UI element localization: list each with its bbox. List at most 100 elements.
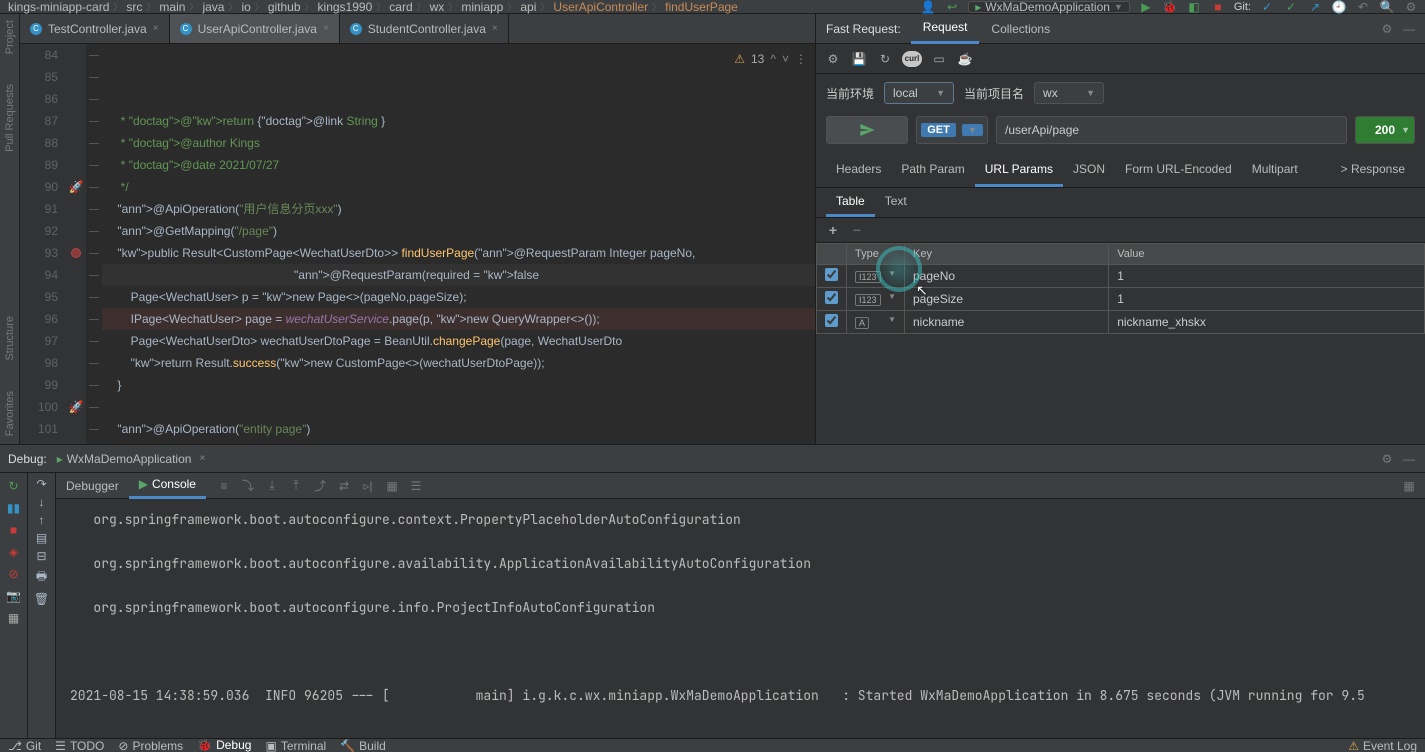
param-value[interactable]: 1 (1109, 288, 1425, 311)
param-checkbox[interactable] (825, 291, 838, 304)
breadcrumb-item[interactable]: kings-miniapp-card (6, 0, 111, 14)
step-over-icon[interactable]: ↷ (36, 477, 46, 491)
breadcrumbs[interactable]: kings-miniapp-card〉src〉main〉java〉io〉gith… (6, 0, 740, 14)
search-icon[interactable]: 🔍 (1379, 0, 1395, 15)
breadcrumb-item[interactable]: findUserPage (663, 0, 740, 14)
param-tab[interactable]: > Response (1331, 154, 1415, 187)
http-method-select[interactable]: GET▼ (916, 116, 988, 144)
user-icon[interactable]: 👤 (920, 0, 936, 15)
run-to-icon[interactable]: ▹| (360, 478, 376, 494)
debug-minimize-icon[interactable]: — (1401, 451, 1417, 467)
run-icon[interactable]: ▶ (1138, 0, 1154, 15)
param-value[interactable]: nickname_xhskx (1109, 311, 1425, 334)
layout-icon[interactable]: ▦ (5, 609, 23, 627)
param-checkbox[interactable] (825, 314, 838, 327)
stop-debug-icon[interactable]: ■ (5, 521, 23, 539)
sb-build[interactable]: 🔨 Build (340, 739, 386, 752)
rerun-icon[interactable]: ↻ (5, 477, 23, 495)
param-checkbox[interactable] (825, 268, 838, 281)
send-button[interactable] (826, 116, 908, 144)
step-action-4-icon[interactable]: ⤴ (312, 478, 328, 494)
breadcrumb-item[interactable]: kings1990 (316, 0, 375, 14)
frames-icon[interactable]: ▤ (36, 531, 47, 545)
step-action-3-icon[interactable]: ⤒ (288, 478, 304, 494)
param-type[interactable]: I123 (855, 294, 881, 306)
favorites-tool[interactable]: Favorites (4, 391, 16, 436)
status-code-badge[interactable]: 200▼ (1355, 116, 1415, 144)
git-commit-icon[interactable]: ✓ (1283, 0, 1299, 15)
param-tab[interactable]: Headers (826, 154, 891, 187)
param-tab[interactable]: Form URL-Encoded (1115, 154, 1242, 187)
breadcrumb-item[interactable]: card (387, 0, 414, 14)
breakpoints-icon[interactable]: ◈ (5, 543, 23, 561)
code-editor[interactable]: ⚠ 13 ^ ˅ ⋮ * "doctag">@"kw">return {"doc… (102, 44, 815, 444)
git-push-icon[interactable]: ↗ (1307, 0, 1323, 15)
param-key[interactable]: nickname (905, 311, 1109, 334)
camera-icon[interactable]: 📷 (5, 587, 23, 605)
thread-icon[interactable]: ▦ (384, 478, 400, 494)
fr-settings-icon[interactable]: ⚙ (1379, 21, 1395, 37)
structure-tool[interactable]: Structure (4, 316, 16, 361)
editor-tab[interactable]: CStudentController.java× (340, 14, 509, 43)
drop-frame-icon[interactable]: ⊟ (36, 549, 46, 563)
fr-coffee-icon[interactable]: ☕ (956, 50, 974, 68)
sb-debug[interactable]: 🐞 Debug (197, 738, 251, 752)
more-icon[interactable]: ☰ (408, 478, 424, 494)
param-type[interactable]: I123 (855, 271, 881, 283)
sb-problems[interactable]: ⊘ Problems (118, 739, 183, 752)
project-select[interactable]: wx▼ (1034, 82, 1104, 104)
eval-icon[interactable]: ⇄ (336, 478, 352, 494)
param-row[interactable]: A▼nicknamenickname_xhskx (817, 311, 1425, 334)
param-tab[interactable]: URL Params (975, 154, 1063, 187)
param-row[interactable]: I123▼pageSize1 (817, 288, 1425, 311)
pull-requests-tool[interactable]: Pull Requests (4, 84, 16, 152)
inspection-status[interactable]: ⚠ 13 ^ ˅ ⋮ (734, 48, 807, 70)
param-value[interactable]: 1 (1109, 265, 1425, 288)
breadcrumb-item[interactable]: api (518, 0, 538, 14)
fr-retry-icon[interactable]: ↻ (876, 50, 894, 68)
env-select[interactable]: local▼ (884, 82, 954, 104)
add-param-button[interactable]: + (826, 222, 840, 238)
trash-icon[interactable]: 🗑 (34, 592, 49, 606)
debugger-tab[interactable]: Debugger (56, 473, 129, 499)
run-gutter-icon[interactable]: 🚀 (69, 180, 84, 194)
step-action-2-icon[interactable]: ⤓ (264, 478, 280, 494)
param-subtab[interactable]: Text (875, 188, 917, 217)
step-into-icon[interactable]: ↓ (39, 495, 45, 509)
param-subtab[interactable]: Table (826, 188, 875, 217)
git-update-icon[interactable]: ✓ (1259, 0, 1275, 15)
breadcrumb-item[interactable]: wx (428, 0, 447, 14)
debug-icon[interactable]: 🐞 (1162, 0, 1178, 15)
breadcrumb-item[interactable]: java (200, 0, 226, 14)
editor-tab[interactable]: CUserApiController.java× (170, 14, 340, 43)
mute-bp-icon[interactable]: ⊘ (5, 565, 23, 583)
debug-config-tab[interactable]: ▸WxMaDemoApplication× (57, 452, 206, 466)
fr-save-icon[interactable]: 💾 (850, 50, 868, 68)
close-tab-icon[interactable]: × (323, 23, 329, 34)
console-output[interactable]: org.springframework.boot.autoconfigure.c… (56, 499, 1425, 738)
fold-column[interactable] (86, 44, 102, 444)
run-configuration-select[interactable]: ▸ WxMaDemoApplication ▼ (968, 1, 1130, 13)
fr-doc-icon[interactable]: ▭ (930, 50, 948, 68)
breadcrumb-item[interactable]: main (157, 0, 187, 14)
back-icon[interactable]: ↩ (944, 0, 960, 15)
fr-gear-icon[interactable]: ⚙ (824, 50, 842, 68)
param-tab[interactable]: Multipart (1242, 154, 1308, 187)
param-key[interactable]: pageSize (905, 288, 1109, 311)
tab-request[interactable]: Request (911, 14, 980, 44)
param-table[interactable]: TypeKeyValue I123▼pageNo1I123▼pageSize1A… (816, 243, 1425, 334)
step-action-1-icon[interactable]: ⤵ (240, 478, 256, 494)
editor-tab[interactable]: CTestController.java× (20, 14, 170, 43)
breadcrumb-item[interactable]: io (239, 0, 252, 14)
breadcrumb-item[interactable]: src (124, 0, 144, 14)
breakpoint-icon[interactable] (71, 248, 81, 258)
project-tool[interactable]: Project (4, 20, 16, 54)
fr-minimize-icon[interactable]: — (1401, 21, 1417, 37)
console-tab[interactable]: ▶Console (129, 473, 206, 499)
sb-git[interactable]: ⎇ Git (8, 739, 41, 752)
tab-collections[interactable]: Collections (979, 14, 1062, 44)
sb-event-log[interactable]: ⚠ Event Log (1348, 739, 1417, 752)
param-row[interactable]: I123▼pageNo1 (817, 265, 1425, 288)
git-rollback-icon[interactable]: ↶ (1355, 0, 1371, 15)
sb-todo[interactable]: ☰ TODO (55, 739, 104, 752)
